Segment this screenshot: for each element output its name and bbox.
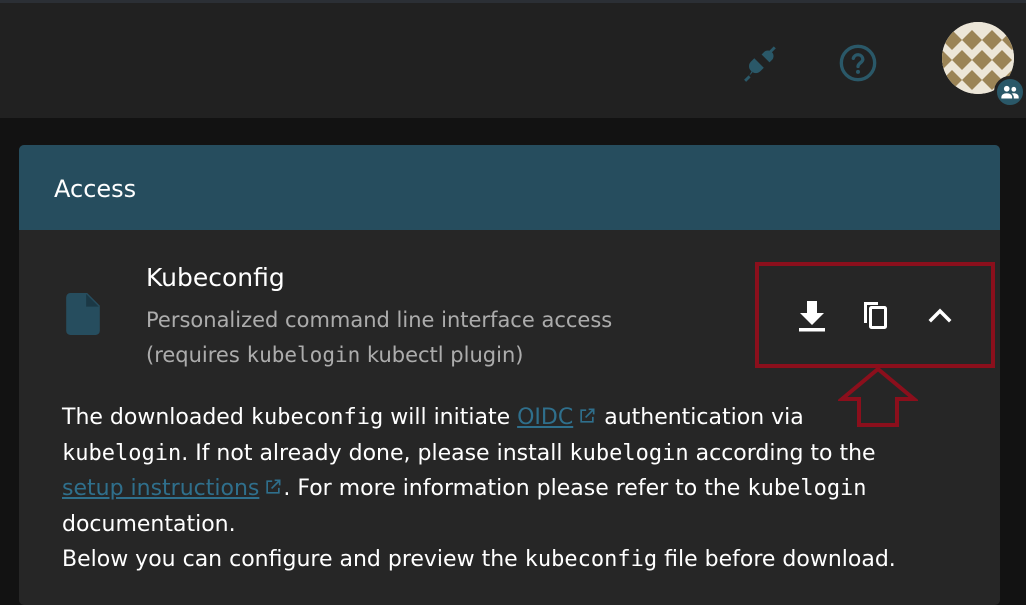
card-header: Access xyxy=(19,145,1000,230)
text: will initiate xyxy=(383,405,518,430)
file-icon xyxy=(66,293,100,335)
subtitle-text: kubectl plugin) xyxy=(360,343,524,367)
kubeconfig-code: kubeconfig xyxy=(524,547,658,572)
description-line: documentation. xyxy=(62,511,236,537)
kubelogin-code: kubelogin xyxy=(569,440,689,466)
plug-disconnected-icon[interactable] xyxy=(741,45,779,83)
text: . For more information please refer to t… xyxy=(283,476,748,501)
setup-instructions-label: setup instructions xyxy=(62,476,260,501)
kubeconfig-code: kubeconfig xyxy=(250,405,384,430)
kubeconfig-description: The downloaded kubeconfig will initiate … xyxy=(62,400,982,578)
oidc-link-label: OIDC xyxy=(517,405,574,430)
description-line: Below you can configure and preview the … xyxy=(62,542,982,578)
kubelogin-code: kubelogin xyxy=(62,440,182,466)
text: according to the xyxy=(688,440,876,466)
kubeconfig-title: Kubeconfig xyxy=(146,263,285,292)
text: file before download. xyxy=(657,547,896,572)
subtitle-text: (requires xyxy=(146,343,247,367)
text: Below you can configure and preview the xyxy=(62,547,525,572)
card-title: Access xyxy=(54,175,137,203)
text: The downloaded xyxy=(62,405,251,430)
annotation-highlight-box xyxy=(755,262,995,368)
group-icon xyxy=(1001,85,1019,99)
kubelogin-code: kubelogin xyxy=(246,343,361,367)
setup-instructions-link[interactable]: setup instructions xyxy=(62,476,283,501)
group-badge xyxy=(994,76,1026,108)
description-line: kubelogin. If not already done, please i… xyxy=(62,436,982,472)
subtitle-line-1: Personalized command line interface acce… xyxy=(146,308,613,332)
kubelogin-code: kubelogin xyxy=(747,476,867,501)
help-circle-icon[interactable] xyxy=(838,43,878,83)
kubeconfig-subtitle: Personalized command line interface acce… xyxy=(146,303,612,373)
text: . If not already done, please install xyxy=(181,440,570,466)
description-line: The downloaded kubeconfig will initiate … xyxy=(62,400,982,436)
external-link-icon xyxy=(266,479,281,494)
subtitle-line-2: (requires kubelogin kubectl plugin) xyxy=(146,338,612,373)
text: authentication via xyxy=(597,405,804,430)
external-link-icon xyxy=(580,408,595,423)
description-line: setup instructions . For more information… xyxy=(62,471,982,507)
oidc-link[interactable]: OIDC xyxy=(517,405,597,430)
top-app-bar xyxy=(0,0,1026,118)
